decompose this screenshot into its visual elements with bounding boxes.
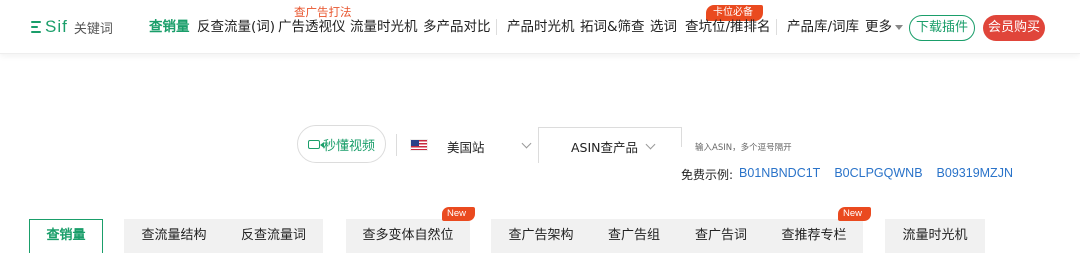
nav-ad-insight[interactable]: 广告透视仪 — [278, 18, 346, 36]
nav-sales[interactable]: 查销量 — [149, 18, 190, 36]
examples-label: 免费示例: — [681, 168, 734, 182]
quick-video-button[interactable]: 秒懂视频 — [297, 125, 386, 163]
logo[interactable]: Sif 关键词 — [31, 17, 113, 37]
top-nav: Sif 关键词 查销量 反查流量(词) 查广告打法 广告透视仪 流量时光机 多产… — [0, 0, 1080, 54]
tab-traffic-structure[interactable]: 查流量结构 — [124, 219, 224, 253]
mode-select-value: ASIN查产品 — [571, 140, 639, 155]
menu-bars-icon — [31, 21, 41, 33]
nav-product-compare[interactable]: 多产品对比 — [423, 18, 491, 36]
brand-sub: 关键词 — [73, 21, 113, 37]
tab-ad-group[interactable]: 查广告组 — [591, 219, 677, 253]
new-badge: New — [442, 207, 476, 221]
nav-product-timemachine[interactable]: 产品时光机 — [507, 18, 575, 36]
nav-divider — [496, 19, 497, 35]
nav-more[interactable]: 更多 — [865, 18, 903, 36]
tab-ad-structure[interactable]: 查广告架构 — [491, 219, 591, 253]
site-select-value: 美国站 — [447, 140, 485, 155]
tab-ad-keywords[interactable]: 查广告词 — [677, 219, 765, 253]
tab-traffic-timemachine[interactable]: 流量时光机 — [885, 219, 985, 253]
example-asin-link[interactable]: B01NBNDC1T — [739, 166, 820, 183]
nav-traffic-timemachine[interactable]: 流量时光机 — [350, 18, 418, 36]
tab-recommend-column[interactable]: 查推荐专栏 — [765, 219, 863, 253]
nav-reverse-traffic[interactable]: 反查流量(词) — [197, 18, 275, 36]
video-icon — [307, 139, 320, 149]
nav-choose-words[interactable]: 选词 — [650, 18, 677, 36]
free-examples: 免费示例: B01NBNDC1T B0CLPGQWNB B09319MZJN — [681, 166, 1027, 183]
quick-video-label: 秒懂视频 — [322, 138, 375, 154]
chevron-down-icon — [521, 138, 532, 149]
chevron-down-icon — [895, 24, 903, 30]
nav-product-library[interactable]: 产品库/词库 — [787, 18, 859, 36]
nav-divider — [776, 19, 777, 35]
mode-select-border — [681, 127, 682, 147]
search-divider — [396, 134, 397, 156]
us-flag-icon — [410, 139, 428, 151]
member-purchase-button[interactable]: 会员购买 — [983, 15, 1045, 41]
example-asin-link[interactable]: B0CLPGQWNB — [834, 166, 922, 183]
example-asin-link[interactable]: B09319MZJN — [937, 166, 1013, 183]
download-plugin-button[interactable]: 下载插件 — [909, 15, 975, 41]
new-badge: New — [838, 207, 872, 221]
brand-name: Sif — [45, 17, 68, 36]
asin-input-hint[interactable]: 输入ASIN，多个逗号隔开 — [695, 141, 792, 153]
tab-reverse-traffic-words[interactable]: 反查流量词 — [224, 219, 323, 253]
nav-keyword-expand[interactable]: 拓词&筛查 — [580, 18, 645, 36]
nav-rank-position[interactable]: 查坑位/推排名 — [685, 18, 771, 36]
nav-more-label: 更多 — [865, 19, 892, 35]
tab-sales[interactable]: 查销量 — [29, 219, 103, 253]
tab-variant-natural-rank[interactable]: 查多变体自然位 — [346, 219, 470, 253]
